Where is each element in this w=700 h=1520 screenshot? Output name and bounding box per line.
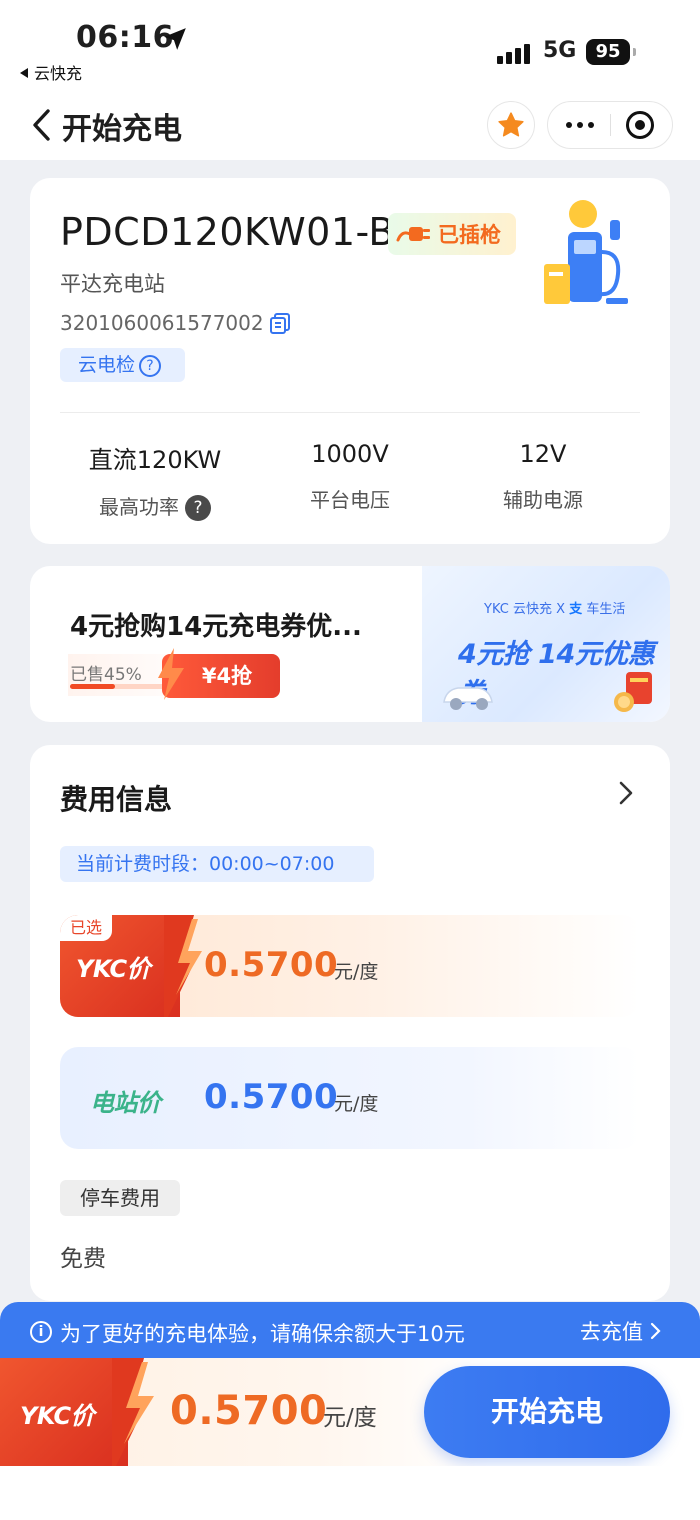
favorite-button[interactable] <box>487 101 535 149</box>
lightning-bolt-icon <box>158 648 184 700</box>
promo-card[interactable]: 4元抢购14元充电券优... 已售45% ¥4抢 YKC 云快充 X 支 车生活… <box>30 566 670 722</box>
fee-title: 费用信息 <box>60 783 173 816</box>
close-miniprogram-icon[interactable] <box>626 111 654 139</box>
promo-title: 4元抢购14元充电券优... <box>70 612 362 642</box>
back-app-label: 云快充 <box>34 64 83 83</box>
pile-number: 3201060061577002 <box>60 311 264 335</box>
recharge-label: 去充值 <box>580 1320 643 1344</box>
sold-progress-bar <box>70 684 170 689</box>
card-divider <box>60 412 640 413</box>
cloud-check-label: 云电检 <box>78 354 136 376</box>
spec-max-power: 直流120KW 最高功率? <box>55 440 255 521</box>
page-title: 开始充电 <box>62 112 182 147</box>
location-arrow-icon <box>164 28 186 50</box>
home-indicator-area <box>0 1466 700 1520</box>
network-type: 5G <box>543 38 577 63</box>
fee-info-card: 费用信息 当前计费时段：00:00~07:00 已选 YKC价 0.5700 元… <box>30 745 670 1301</box>
info-icon: i <box>30 1321 52 1343</box>
notice-text: 为了更好的充电体验，请确保余额大于10元 <box>60 1322 465 1346</box>
spec-aux-power: 12V 辅助电源 <box>443 440 643 513</box>
promo-banner[interactable]: YKC 云快充 X 支 车生活 4元抢 14元优惠券 <box>422 566 670 722</box>
more-menu-icon[interactable] <box>548 102 611 148</box>
battery-indicator: 95 <box>586 39 636 65</box>
station-price-option[interactable]: 电站价 0.5700 元/度 <box>60 1047 640 1149</box>
plug-status-badge: 已插枪 <box>388 213 516 255</box>
ykc-price-option[interactable]: 已选 YKC价 0.5700 元/度 <box>60 915 640 1017</box>
help-circle-icon: ? <box>139 355 162 377</box>
back-chevron-icon[interactable] <box>30 108 54 142</box>
price-unit: 元/度 <box>334 1093 379 1115</box>
alipay-icon: 支 <box>569 602 583 617</box>
spec-label: 最高功率 <box>99 495 179 519</box>
car-icon <box>443 687 493 710</box>
miniprogram-capsule <box>547 101 673 149</box>
back-to-app-link[interactable]: 云快充 <box>20 60 82 84</box>
back-triangle-icon <box>20 68 28 78</box>
spec-value: 直流120KW <box>88 446 222 474</box>
spec-value: 12V <box>519 440 567 468</box>
gift-icon <box>614 672 652 712</box>
spec-platform-voltage: 1000V 平台电压 <box>250 440 450 513</box>
spec-label: 辅助电源 <box>503 488 583 512</box>
banner-partner: 车生活 <box>586 602 626 617</box>
parking-fee-label: 停车费用 <box>60 1180 180 1216</box>
plug-icon <box>396 227 430 242</box>
bottom-price-value: 0.5700 <box>170 1388 328 1434</box>
ykc-price-label: YKC价 <box>76 955 151 983</box>
copy-icon[interactable] <box>268 311 292 335</box>
cloud-check-tag[interactable]: 云电检? <box>60 348 185 382</box>
station-name: 平达充电站 <box>60 272 165 296</box>
parking-fee-value: 免费 <box>60 1246 106 1272</box>
chevron-right-icon <box>650 1322 661 1340</box>
capsule-divider <box>610 114 611 136</box>
plug-status-text: 已插枪 <box>438 223 501 247</box>
banner-brand-text: YKC 云快充 <box>484 602 552 617</box>
status-bar: 06:16 云快充 5G 95 <box>0 0 700 90</box>
spec-label: 平台电压 <box>310 488 390 512</box>
spec-value: 1000V <box>311 440 389 468</box>
lightning-bolt-icon <box>112 1358 154 1466</box>
bottom-ykc-label: YKC价 <box>20 1402 95 1430</box>
star-icon <box>498 112 524 137</box>
ykc-price-value: 0.5700 <box>204 945 339 985</box>
banner-brand: YKC 云快充 X 支 车生活 <box>484 598 625 617</box>
banner-x: X <box>556 602 566 617</box>
station-price-value: 0.5700 <box>204 1077 339 1117</box>
chevron-right-icon[interactable] <box>618 781 634 805</box>
status-time: 06:16 <box>76 20 174 55</box>
selected-tag: 已选 <box>60 915 112 941</box>
start-charging-button[interactable]: 开始充电 <box>424 1366 670 1458</box>
sold-progress-fill <box>70 684 115 689</box>
bottom-price-unit: 元/度 <box>323 1405 377 1431</box>
balance-notice-bar: i 为了更好的充电体验，请确保余额大于10元 去充值 <box>0 1302 700 1360</box>
recharge-link[interactable]: 去充值 <box>580 1316 662 1346</box>
station-price-label: 电站价 <box>90 1089 161 1117</box>
help-icon[interactable]: ? <box>185 495 211 521</box>
device-id: PDCD120KW01-B <box>60 210 395 254</box>
station-card: PDCD120KW01-B 已插枪 平达充电站 3201060061577002… <box>30 178 670 544</box>
price-unit: 元/度 <box>334 961 379 983</box>
signal-bars-icon <box>497 42 533 64</box>
charger-illustration-icon <box>544 200 628 304</box>
billing-period-tag: 当前计费时段：00:00~07:00 <box>60 846 374 882</box>
bottom-action-bar: YKC价 0.5700 元/度 开始充电 <box>0 1358 700 1466</box>
nav-bar: 开始充电 <box>0 90 700 160</box>
sold-text: 已售45% <box>70 665 142 685</box>
